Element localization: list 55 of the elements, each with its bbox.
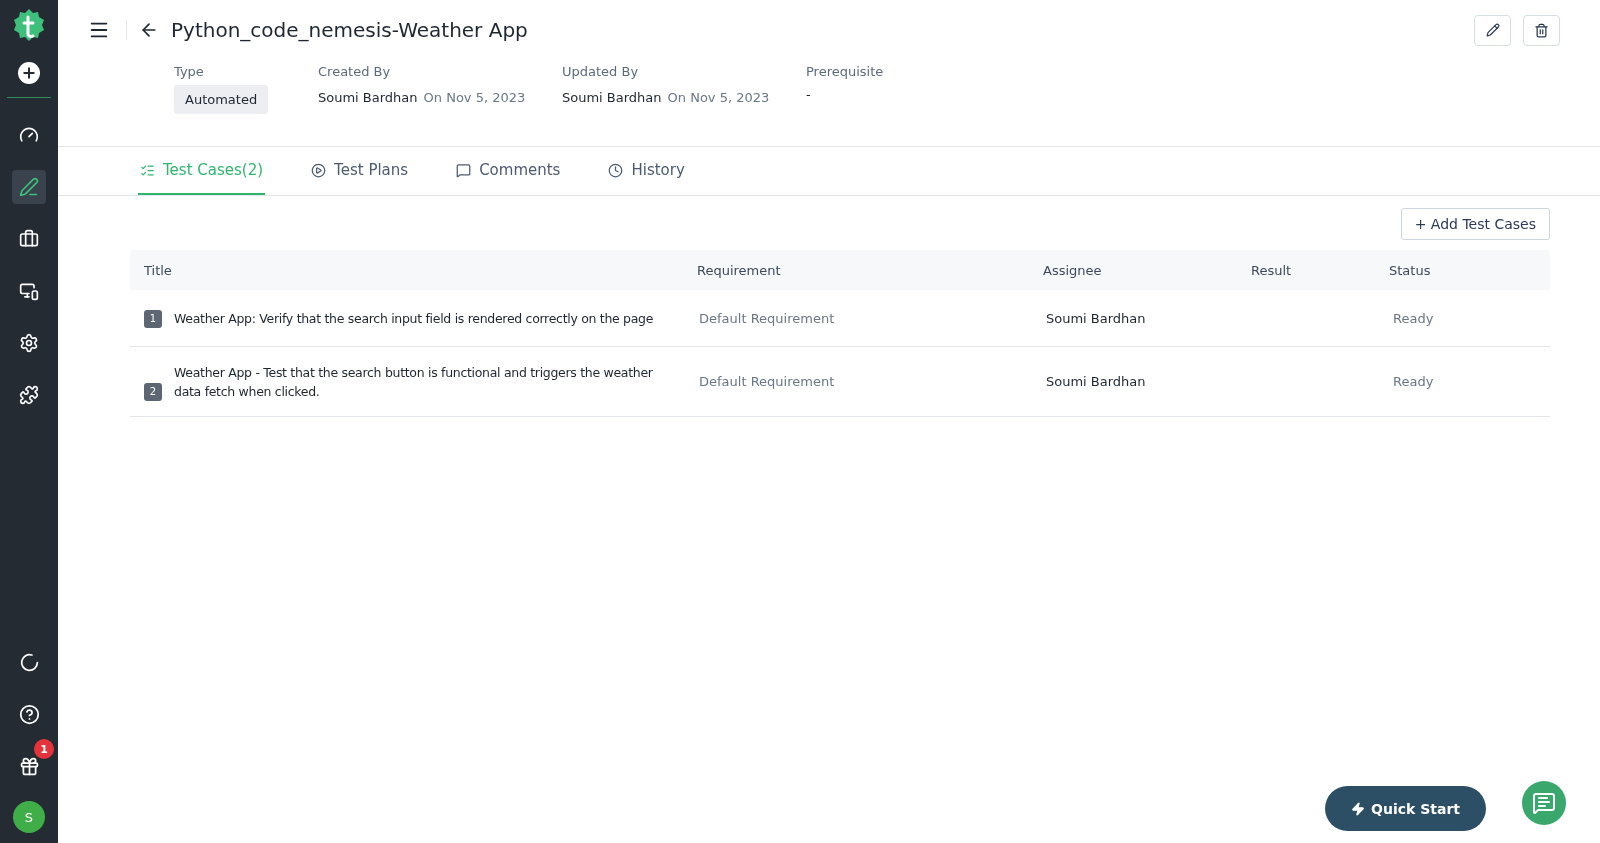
add-button[interactable] <box>18 62 40 84</box>
briefcase-icon <box>19 229 39 249</box>
chat-button[interactable] <box>1522 781 1566 825</box>
puzzle-icon <box>19 385 39 405</box>
test-case-title[interactable]: Weather App: Verify that the search input field is rendered correctly on the page <box>174 308 654 328</box>
column-header: Status <box>1389 262 1432 278</box>
meta-label: Created By <box>318 64 391 79</box>
logo-icon[interactable] <box>11 8 47 44</box>
comment-icon <box>456 162 472 178</box>
meta-value: - <box>806 87 811 102</box>
column-header: Assignee <box>1043 262 1103 278</box>
lightning-icon <box>1351 801 1365 816</box>
column-header: Result <box>1251 262 1293 278</box>
meta-label: Type <box>174 64 204 79</box>
checklist-icon <box>140 162 155 178</box>
column-header: Requirement <box>697 262 782 278</box>
page-title: Python_code_nemesis-Weather App <box>171 18 529 42</box>
table-cell-text: Soumi Bardhan <box>1045 374 1147 389</box>
tab[interactable]: Comments <box>454 147 563 195</box>
test-case-title[interactable]: Weather App - Test that the search button is functional and triggers the weather data fetch when clicked. <box>174 362 681 401</box>
delete-button[interactable] <box>1523 14 1560 46</box>
user-name: Soumi Bardhan <box>318 90 418 105</box>
table-cell-text: Ready <box>1392 374 1435 389</box>
chat-icon <box>1532 791 1556 815</box>
settings-icon <box>19 333 39 353</box>
gauge-icon <box>19 125 39 145</box>
monitor-icon <box>19 281 39 301</box>
date-text: On Nov 5, 2023 <box>667 90 770 105</box>
table-cell-text: Ready <box>1392 310 1435 326</box>
tab[interactable]: History <box>606 147 687 195</box>
column-header: Title <box>144 262 173 278</box>
table-cell-text: Default Requirement <box>698 310 836 326</box>
meta-label: Prerequisite <box>806 64 884 79</box>
edit-button[interactable] <box>1474 14 1511 46</box>
table-cell-text: Soumi Bardhan <box>1045 310 1147 326</box>
help-icon <box>18 703 40 725</box>
type-tag: Automated <box>174 85 269 114</box>
play-circle-icon <box>311 162 327 178</box>
add-test-cases-button[interactable]: + Add Test Cases <box>1400 208 1550 240</box>
plus-icon <box>21 65 37 81</box>
gift-icon <box>18 755 40 777</box>
trash-icon <box>1534 22 1549 38</box>
pencil-icon <box>1485 23 1500 37</box>
date-text: On Nov 5, 2023 <box>423 90 526 105</box>
row-number: 1 <box>144 309 162 328</box>
meta-label: Updated By <box>562 64 639 79</box>
tab[interactable]: Test Plans <box>309 147 411 195</box>
row-number: 2 <box>144 382 162 401</box>
user-name: Soumi Bardhan <box>562 90 662 105</box>
notification-badge: 1 <box>34 739 54 759</box>
loader-icon <box>18 651 40 673</box>
pen-icon <box>19 177 39 197</box>
table-cell-text: Default Requirement <box>698 374 836 389</box>
quick-start-button[interactable]: Quick Start <box>1325 786 1486 831</box>
clock-icon <box>608 162 624 178</box>
